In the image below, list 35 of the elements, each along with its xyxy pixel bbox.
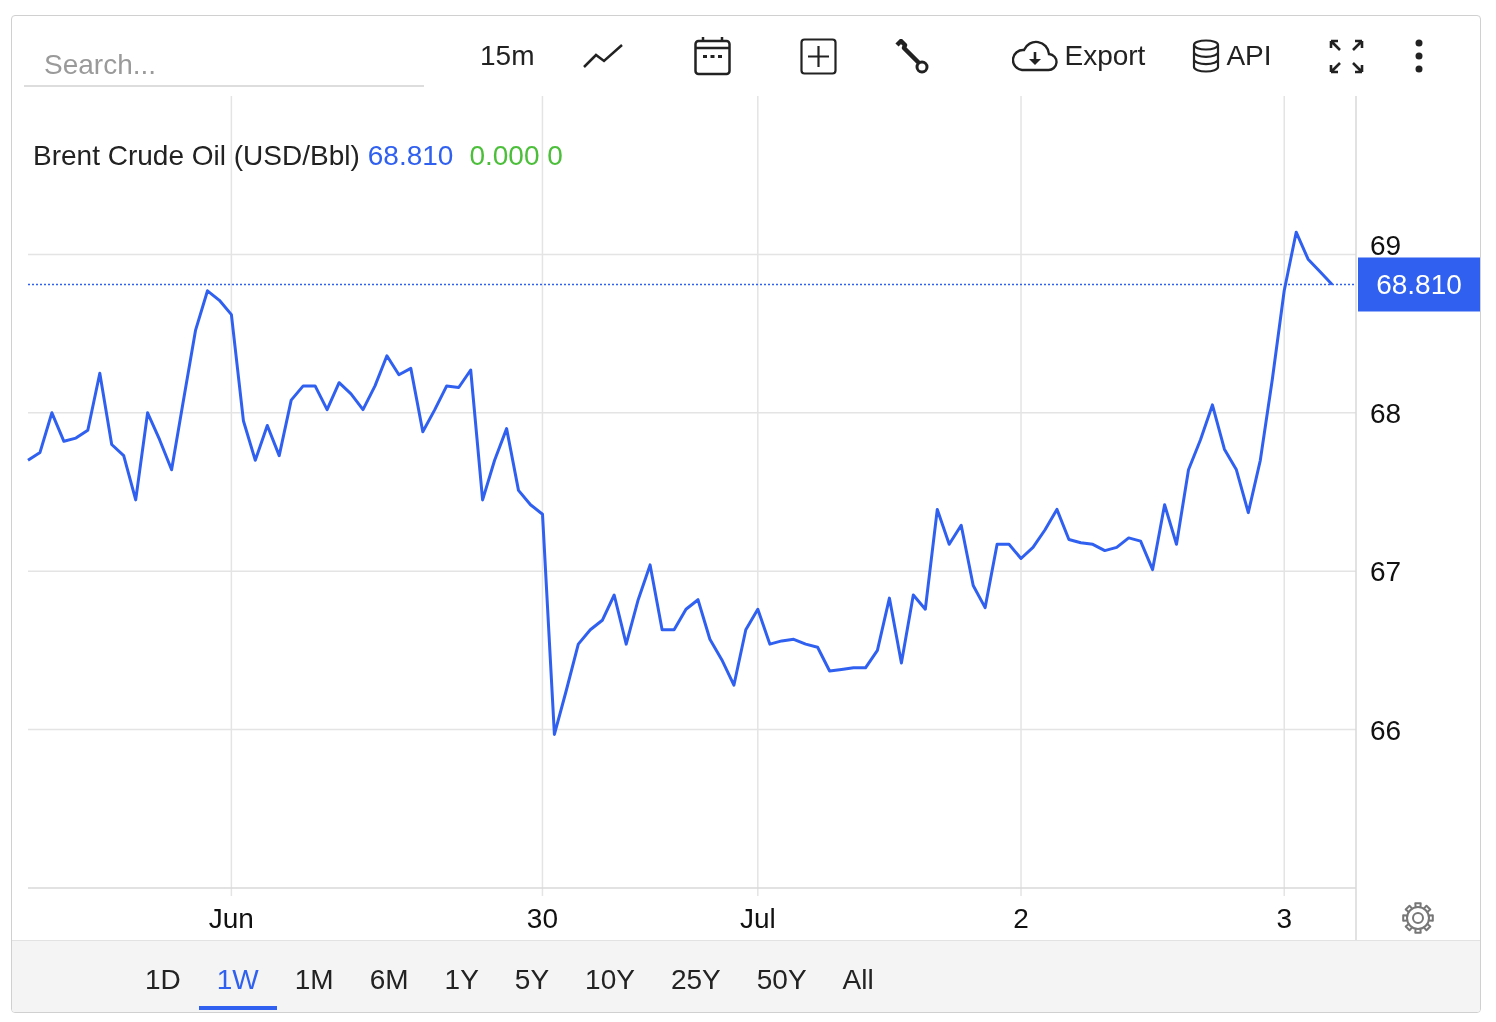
range-tab[interactable]: 1M	[276, 941, 352, 1010]
cloud-download-icon	[1012, 40, 1059, 72]
range-tab[interactable]: 1W	[198, 941, 277, 1010]
fullscreen-icon[interactable]	[1327, 37, 1365, 75]
interval-button[interactable]: 15m	[480, 40, 535, 72]
wrench-icon[interactable]	[894, 38, 930, 74]
range-tab[interactable]: All	[824, 941, 892, 1010]
more-icon[interactable]	[1414, 39, 1423, 73]
range-tab[interactable]: 50Y	[738, 941, 825, 1010]
x-axis-label: 30	[526, 903, 559, 934]
x-axis-label: 3	[1276, 903, 1292, 934]
line-chart-icon[interactable]	[583, 43, 624, 69]
x-axis-label: Jul	[739, 903, 776, 934]
legend-label: Brent Crude Oil (USD/Bbl)	[33, 140, 360, 172]
price-tag: 68.810	[1358, 257, 1480, 312]
range-tab[interactable]: 1D	[127, 941, 199, 1010]
y-axis-label: 66	[1370, 714, 1402, 746]
range-tab[interactable]: 6M	[351, 941, 427, 1010]
y-axis-label: 67	[1370, 556, 1402, 588]
api-button[interactable]: API	[1192, 39, 1272, 73]
search-field[interactable]: Search...	[24, 39, 424, 87]
plus-square-icon[interactable]	[800, 37, 838, 75]
range-tab[interactable]: 5Y	[496, 941, 568, 1010]
y-axis-label: 68	[1370, 397, 1402, 429]
range-tab[interactable]: 25Y	[652, 941, 739, 1010]
range-tab[interactable]: 10Y	[567, 941, 653, 1010]
x-axis-label: 2	[1013, 903, 1029, 934]
x-axis-label: Jun	[208, 903, 254, 934]
database-icon	[1192, 39, 1221, 73]
calendar-icon[interactable]	[694, 36, 732, 76]
legend-change: 0.000 0	[469, 140, 563, 172]
legend-price: 68.810	[367, 140, 454, 172]
settings-icon[interactable]	[1402, 902, 1434, 934]
range-tab[interactable]: 1Y	[426, 941, 497, 1010]
export-button[interactable]: Export	[1012, 40, 1146, 72]
